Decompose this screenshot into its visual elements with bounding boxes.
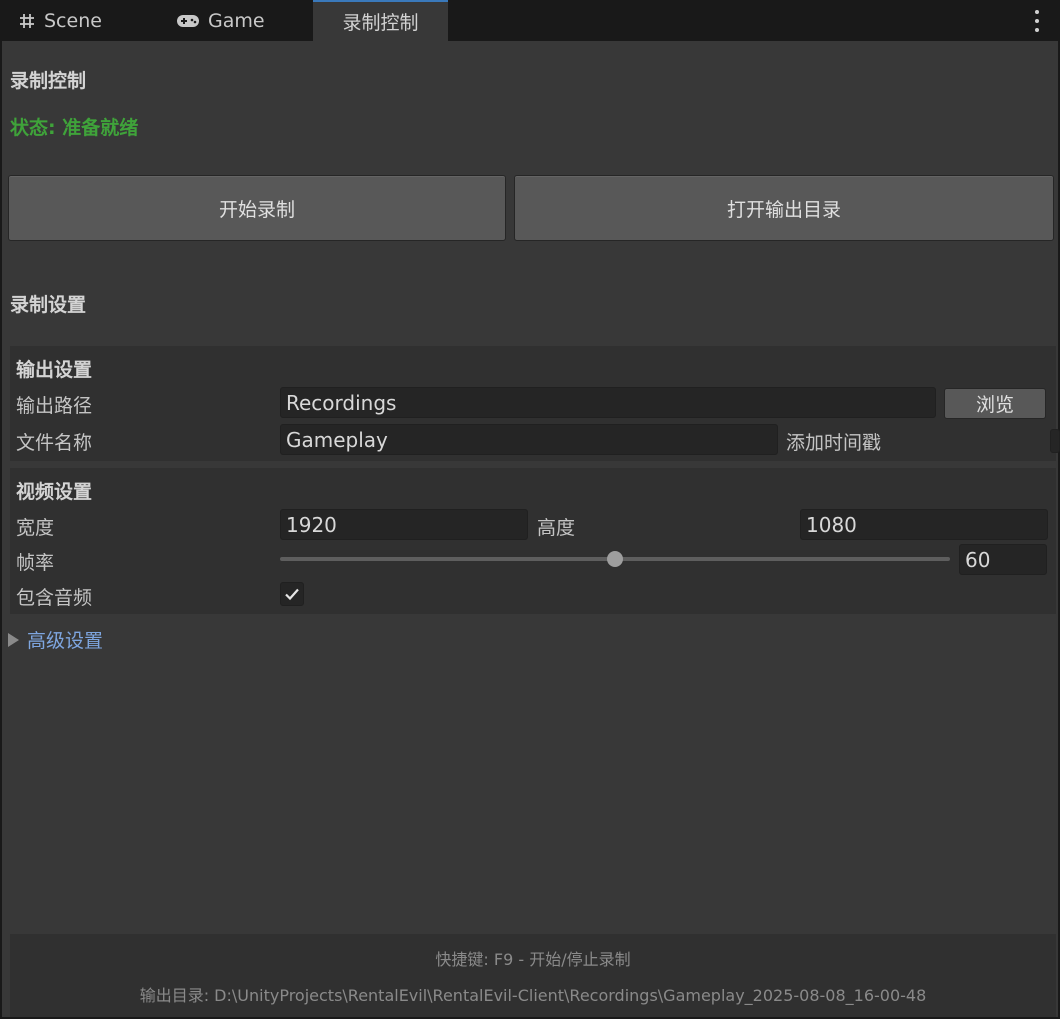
panel-title: 录制控制 <box>10 70 87 92</box>
advanced-settings-foldout[interactable]: 高级设置 <box>8 626 103 653</box>
tab-recording-control[interactable]: 录制控制 <box>313 0 448 41</box>
output-settings-group: 输出设置 输出路径 Recordings 浏览 文件名称 Gameplay 添加… <box>10 346 1060 461</box>
add-timestamp-checkbox[interactable] <box>1050 429 1060 453</box>
start-recording-button[interactable]: 开始录制 <box>8 175 506 241</box>
tab-game[interactable]: Game <box>176 0 265 41</box>
video-settings-group: 视频设置 宽度 1920 高度 1080 帧率 60 包含音频 <box>10 468 1056 614</box>
settings-title: 录制设置 <box>10 294 87 316</box>
output-path-label: 输出路径 <box>16 395 93 417</box>
browse-button[interactable]: 浏览 <box>944 388 1046 419</box>
recording-panel: 录制控制 状态: 准备就绪 开始录制 打开输出目录 录制设置 输出设置 输出路径… <box>2 41 1060 1017</box>
width-label: 宽度 <box>16 517 55 539</box>
output-settings-title: 输出设置 <box>16 359 93 381</box>
output-path-input[interactable]: Recordings <box>280 387 936 418</box>
height-label: 高度 <box>537 517 576 539</box>
open-output-directory-button[interactable]: 打开输出目录 <box>514 175 1054 241</box>
tab-scene-label: Scene <box>44 9 102 32</box>
width-input[interactable]: 1920 <box>280 509 528 540</box>
tab-scene[interactable]: Scene <box>18 0 102 41</box>
foldout-arrow-icon <box>8 632 19 647</box>
tab-game-label: Game <box>208 9 265 32</box>
checkmark-icon <box>285 588 299 601</box>
fps-label: 帧率 <box>16 552 55 574</box>
tab-recording-control-label: 录制控制 <box>342 12 419 34</box>
filename-label: 文件名称 <box>16 432 93 454</box>
video-settings-title: 视频设置 <box>16 481 93 503</box>
status-text: 状态: 准备就绪 <box>10 117 139 139</box>
fps-input[interactable]: 60 <box>959 544 1047 575</box>
output-directory-text: 输出目录: D:\UnityProjects\RentalEvil\Rental… <box>139 986 927 1005</box>
grid-icon <box>18 12 36 30</box>
gamepad-icon <box>176 13 200 29</box>
filename-input[interactable]: Gameplay <box>280 424 778 455</box>
more-options-icon[interactable] <box>1034 10 1040 32</box>
hotkey-hint: 快捷键: F9 - 开始/停止录制 <box>435 950 631 969</box>
tab-bar: Scene Game 录制控制 <box>0 0 1060 41</box>
footer: 快捷键: F9 - 开始/停止录制 输出目录: D:\UnityProjects… <box>10 934 1056 1017</box>
fps-slider-thumb[interactable] <box>607 551 623 567</box>
add-timestamp-label: 添加时间戳 <box>786 432 882 454</box>
height-input[interactable]: 1080 <box>800 509 1048 540</box>
include-audio-label: 包含音频 <box>16 587 93 609</box>
include-audio-checkbox[interactable] <box>280 582 304 606</box>
advanced-settings-label: 高级设置 <box>27 630 104 652</box>
